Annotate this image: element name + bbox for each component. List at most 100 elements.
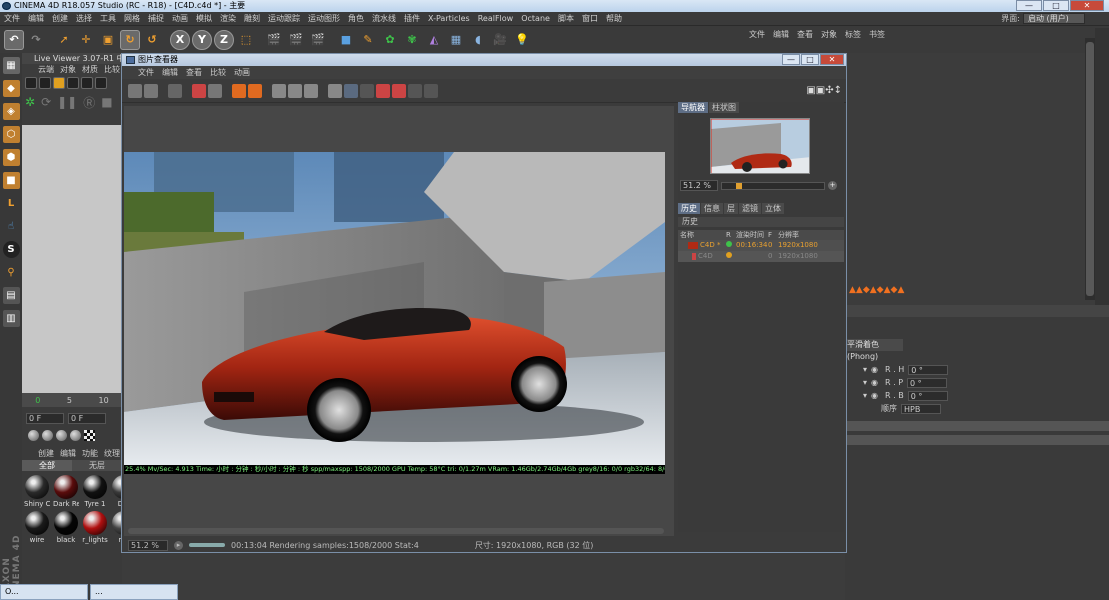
minimize-button[interactable]: —	[1016, 0, 1042, 11]
mm-menu-texture[interactable]: 纹理	[104, 448, 120, 460]
sky-icon[interactable]: ◖	[468, 30, 488, 50]
menu-file[interactable]: 文件	[4, 13, 20, 24]
pv-save-icon[interactable]	[144, 83, 158, 98]
menu-mesh[interactable]: 网格	[124, 13, 140, 24]
move-icon[interactable]: ✛	[76, 30, 96, 50]
pv-maximize-button[interactable]: □	[801, 54, 819, 65]
select-icon[interactable]: ➚	[54, 30, 74, 50]
lv-menu-cloud[interactable]: 云端	[38, 64, 54, 75]
workplane-icon[interactable]: ◈	[2, 103, 20, 120]
points-mode-icon[interactable]: ⬡	[2, 126, 20, 143]
pen-icon[interactable]: ✎	[358, 30, 378, 50]
edges-mode-icon[interactable]: ⬢	[2, 149, 20, 166]
pv-zoom-region-icon[interactable]	[304, 83, 318, 98]
tab-layers[interactable]: 层	[724, 203, 738, 214]
mm-menu-create[interactable]: 创建	[38, 448, 54, 460]
pv-channels-icon[interactable]	[424, 83, 438, 98]
attr-value-rb[interactable]: 0 °	[907, 390, 948, 401]
menu-animate[interactable]: 动画	[172, 13, 188, 24]
zoom-in-icon[interactable]: +	[828, 181, 837, 190]
live-viewer-canvas[interactable]	[22, 125, 122, 393]
z-axis-lock[interactable]: Z	[214, 29, 234, 50]
lv-menu-compare[interactable]: 比较	[104, 64, 120, 75]
material-item[interactable]: Dark Re	[53, 475, 79, 508]
attr-value-rp[interactable]: 0 °	[907, 377, 948, 388]
menu-sculpt[interactable]: 雕刻	[244, 13, 260, 24]
attr-value-rh[interactable]: 0 °	[908, 364, 949, 375]
current-frame-field[interactable]: 0 F	[68, 413, 106, 424]
mm-tab-all[interactable]: 全部	[22, 460, 72, 471]
tab-filter[interactable]: 滤镜	[739, 203, 761, 214]
pv-menu-compare[interactable]: 比较	[210, 66, 226, 79]
menu-select[interactable]: 选择	[76, 13, 92, 24]
picture-viewer-canvas[interactable]: 25.4% Mv/Sec: 4.913 Time: 小时 : 分钟 : 秒/小时…	[124, 106, 674, 536]
navigator-zoom-value[interactable]: 51.2 %	[680, 180, 718, 191]
om-menu-file[interactable]: 文件	[749, 28, 765, 42]
tab-history[interactable]: 历史	[678, 203, 700, 214]
menu-xparticles[interactable]: X-Particles	[428, 14, 470, 23]
menu-pipeline[interactable]: 流水线	[372, 13, 396, 24]
menu-window[interactable]: 窗口	[582, 13, 598, 24]
zoom-field[interactable]: 51.2 %	[128, 539, 168, 551]
layout-dropdown[interactable]: 启动 (用户)	[1023, 13, 1085, 24]
lv-info-icon[interactable]	[67, 77, 79, 89]
material-item[interactable]: Shiny C	[24, 475, 50, 508]
om-menu-edit[interactable]: 编辑	[773, 28, 789, 42]
material-item[interactable]: Tyre 1	[82, 475, 108, 508]
start-frame-field[interactable]: 0 F	[26, 413, 64, 424]
pv-zoom-icon[interactable]	[288, 83, 302, 98]
lv-pause-icon[interactable]: ❚❚	[57, 95, 77, 109]
checker-swatch-icon[interactable]	[84, 430, 95, 441]
material-item[interactable]: r_lights	[82, 511, 108, 544]
y-axis-lock[interactable]: Y	[192, 29, 212, 50]
menu-mograph[interactable]: 运动图形	[308, 13, 340, 24]
om-menu-tags[interactable]: 标签	[845, 28, 861, 42]
menu-octane[interactable]: Octane	[521, 14, 550, 23]
axis-mode-icon[interactable]: L	[3, 195, 20, 212]
lv-region-icon[interactable]	[95, 77, 107, 89]
cube-icon[interactable]: ■	[336, 30, 356, 50]
om-menu-view[interactable]: 查看	[797, 28, 813, 42]
model-mode-icon[interactable]: ▦	[2, 57, 20, 74]
lv-sun-icon[interactable]	[53, 77, 65, 89]
menu-help[interactable]: 帮助	[606, 13, 622, 24]
maximize-button[interactable]: □	[1043, 0, 1069, 11]
om-menu-objects[interactable]: 对象	[821, 28, 837, 42]
lv-menu-objects[interactable]: 对象	[60, 64, 76, 75]
pv-minimize-button[interactable]: —	[782, 54, 800, 65]
lv-render-start-icon[interactable]: ✲	[25, 95, 35, 109]
material-swatch-icon[interactable]	[28, 430, 39, 441]
pv-channel-a-icon[interactable]	[376, 83, 390, 98]
history-row[interactable]: C4D * 00:16:34 0 1920x1080	[678, 240, 844, 251]
pv-render-region-icon[interactable]	[208, 83, 222, 98]
camera-icon[interactable]: 🎥	[490, 30, 510, 50]
menu-create[interactable]: 创建	[52, 13, 68, 24]
lv-restart-icon[interactable]: ⟳	[41, 95, 51, 109]
pv-close-button[interactable]: ✕	[820, 54, 844, 65]
pv-split-icon[interactable]	[344, 83, 358, 98]
menu-tools[interactable]: 工具	[100, 13, 116, 24]
pv-menu-file[interactable]: 文件	[138, 66, 154, 79]
pv-fit-icon[interactable]	[272, 83, 286, 98]
tab-histogram[interactable]: 柱状图	[709, 102, 739, 113]
pv-stop-render-icon[interactable]	[192, 83, 206, 98]
material-item[interactable]: wire	[24, 511, 50, 544]
menu-motion-tracking[interactable]: 运动跟踪	[268, 13, 300, 24]
light-icon[interactable]: 💡	[512, 30, 532, 50]
cloner-icon[interactable]: ✾	[402, 30, 422, 50]
lv-channel-icon[interactable]	[25, 77, 37, 89]
tab-stereo[interactable]: 立体	[762, 203, 784, 214]
menu-plugins[interactable]: 插件	[404, 13, 420, 24]
menu-render[interactable]: 渲染	[220, 13, 236, 24]
pv-swap-icon[interactable]	[248, 83, 262, 98]
recent-tool-icon[interactable]: ↺	[142, 30, 162, 50]
menu-realflow[interactable]: RealFlow	[478, 14, 514, 23]
menu-edit[interactable]: 编辑	[28, 13, 44, 24]
scale-icon[interactable]: ▣	[98, 30, 118, 50]
render-view-icon[interactable]: 🎬	[264, 30, 284, 50]
polygons-mode-icon[interactable]: ■	[2, 172, 20, 189]
mm-menu-function[interactable]: 功能	[82, 448, 98, 460]
object-list-scrollbar[interactable]	[1085, 38, 1095, 300]
pv-ab-icon[interactable]	[328, 83, 342, 98]
rotate-icon[interactable]: ↻	[120, 29, 140, 50]
